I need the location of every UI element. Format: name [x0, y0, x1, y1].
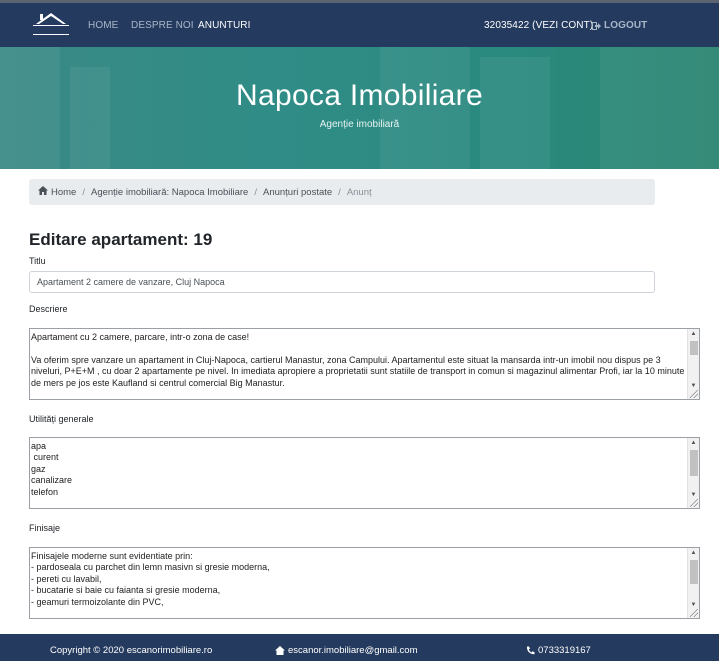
utilities-label: Utilități generale	[29, 414, 94, 424]
resize-grip-icon[interactable]	[690, 609, 698, 617]
breadcrumb-current: Anunț	[346, 186, 372, 198]
logout-icon	[592, 21, 601, 30]
footer-copyright: Copyright © 2020 escanorimobiliare.ro	[50, 645, 213, 656]
scroll-thumb[interactable]	[690, 560, 698, 584]
page-title: Editare apartament: 19	[29, 230, 213, 249]
nav-home[interactable]: HOME	[88, 20, 118, 31]
resize-grip-icon[interactable]	[690, 499, 698, 507]
finishes-textarea[interactable]: Finisajele moderne sunt evidentiate prin…	[29, 547, 700, 619]
title-input[interactable]	[29, 271, 655, 293]
scroll-thumb[interactable]	[690, 341, 698, 355]
description-text: Apartament cu 2 camere, parcare, intr-o …	[31, 332, 685, 388]
breadcrumb-separator: /	[338, 186, 341, 198]
breadcrumb: Home / Agenție imobiliară: Napoca Imobil…	[29, 179, 655, 205]
nav-about[interactable]: DESPRE NOI	[131, 20, 194, 31]
scroll-up-icon[interactable]: ▲	[688, 548, 699, 558]
phone-icon	[526, 646, 535, 655]
finishes-label: Finisaje	[29, 523, 61, 533]
breadcrumb-home[interactable]: Home	[51, 187, 76, 198]
logout-link[interactable]: LOGOUT	[592, 20, 647, 31]
breadcrumb-agency[interactable]: Agenție imobiliară: Napoca Imobiliare	[91, 187, 248, 198]
description-label: Descriere	[29, 304, 68, 314]
finishes-text: Finisajele moderne sunt evidentiate prin…	[31, 551, 270, 607]
title-label: Titlu	[29, 256, 46, 266]
footer: Copyright © 2020 escanorimobiliare.ro es…	[0, 634, 719, 661]
breadcrumb-separator: /	[82, 186, 85, 198]
footer-phone[interactable]: 0733319167	[526, 645, 591, 656]
hero-subtitle: Agenție imobiliară	[319, 119, 400, 130]
breadcrumb-separator: /	[254, 186, 257, 198]
navbar: HOME DESPRE NOI ANUNTURI 32035422 (VEZI …	[0, 3, 719, 47]
utilities-scrollbar[interactable]: ▲ ▼	[687, 438, 699, 508]
utilities-text: apa curent gaz canalizare telefon	[31, 441, 73, 497]
home-icon	[38, 186, 48, 198]
description-textarea[interactable]: Apartament cu 2 camere, parcare, intr-o …	[29, 328, 700, 400]
footer-email-text: escanor.imobiliare@gmail.com	[288, 645, 418, 656]
hero-title: Napoca Imobiliare	[236, 79, 483, 112]
footer-email[interactable]: escanor.imobiliare@gmail.com	[275, 645, 418, 656]
utilities-textarea[interactable]: apa curent gaz canalizare telefon ▲ ▼	[29, 437, 700, 509]
finishes-scrollbar[interactable]: ▲ ▼	[687, 548, 699, 618]
resize-grip-icon[interactable]	[690, 390, 698, 398]
nav-ads[interactable]: ANUNTURI	[198, 20, 250, 31]
home-icon	[275, 646, 285, 655]
logout-label: LOGOUT	[604, 20, 648, 31]
logo[interactable]	[30, 10, 72, 42]
scroll-thumb[interactable]	[690, 450, 698, 476]
description-scrollbar[interactable]: ▲ ▼	[687, 329, 699, 399]
breadcrumb-posted[interactable]: Anunțuri postate	[263, 187, 332, 198]
hero-building-shape	[480, 57, 550, 169]
scroll-up-icon[interactable]: ▲	[688, 438, 699, 448]
scroll-up-icon[interactable]: ▲	[688, 329, 699, 339]
footer-phone-text: 0733319167	[538, 645, 591, 656]
nav-account[interactable]: 32035422 (VEZI CONT)	[484, 20, 593, 31]
